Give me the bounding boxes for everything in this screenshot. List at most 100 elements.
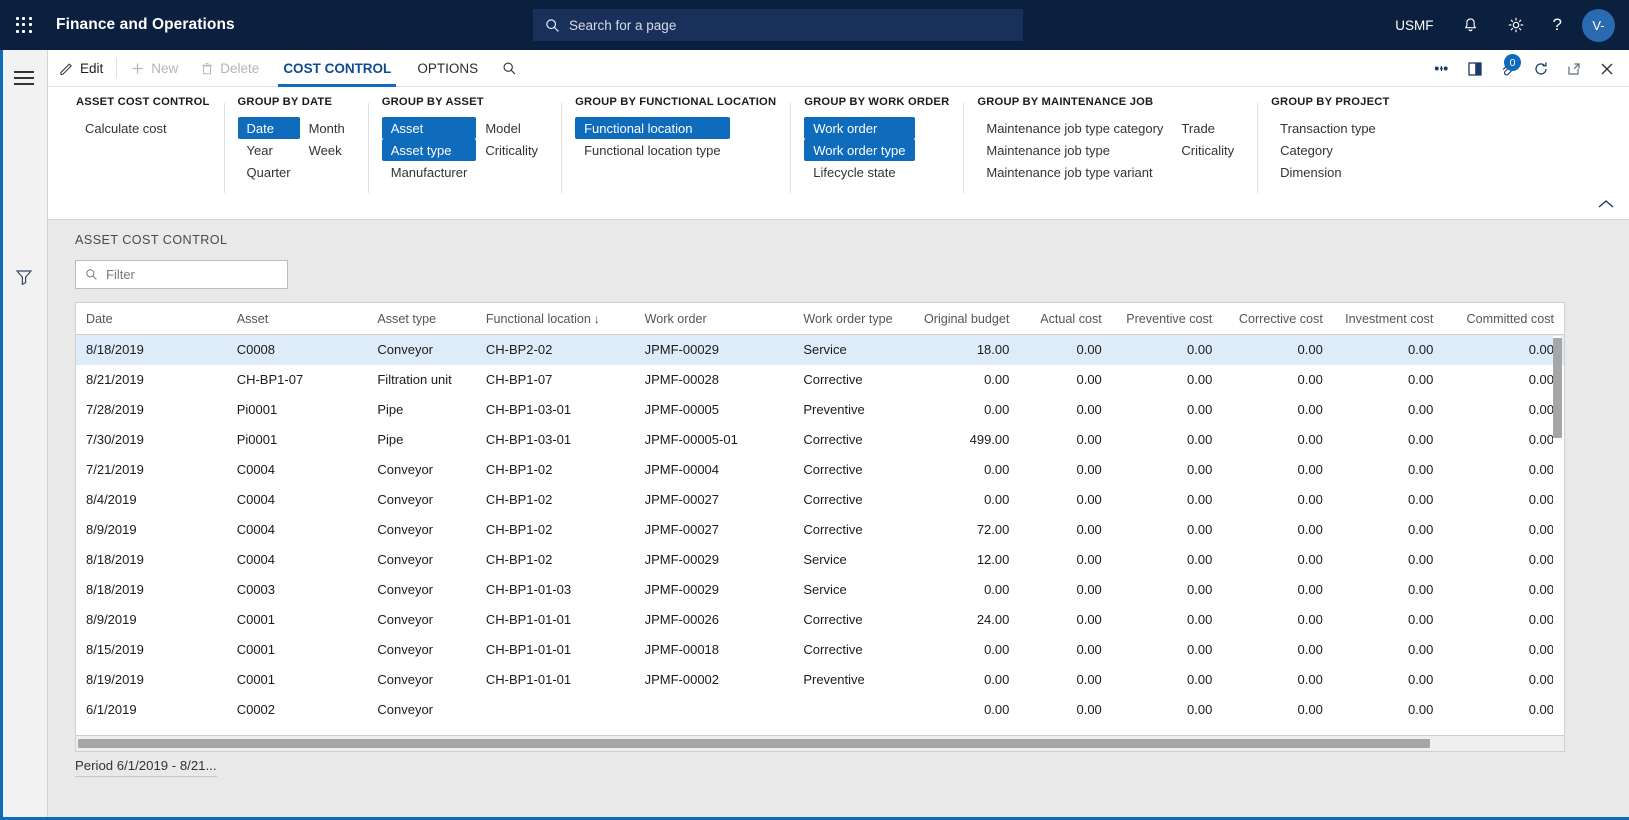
grid-vertical-scroll-thumb[interactable] bbox=[1553, 338, 1562, 438]
ribbon-item[interactable]: Functional location type bbox=[575, 139, 730, 161]
table-cell[interactable]: Corrective bbox=[793, 635, 909, 665]
table-cell[interactable]: JPMF-00029 bbox=[635, 545, 794, 575]
table-cell[interactable]: 0.00 bbox=[1019, 515, 1111, 545]
table-cell[interactable]: 0.00 bbox=[1222, 695, 1333, 725]
table-cell[interactable]: 0.00 bbox=[1019, 485, 1111, 515]
table-cell[interactable]: 0.00 bbox=[1112, 365, 1223, 395]
table-cell[interactable]: Corrective bbox=[793, 605, 909, 635]
table-cell[interactable]: 0.00 bbox=[1222, 635, 1333, 665]
table-cell[interactable]: 0.00 bbox=[909, 575, 1020, 605]
table-cell[interactable]: CH-BP1-02 bbox=[476, 515, 635, 545]
open-in-new-window-icon[interactable] bbox=[1458, 50, 1491, 87]
table-cell[interactable]: CH-BP1-07 bbox=[227, 365, 368, 395]
table-cell[interactable]: JPMF-00018 bbox=[635, 635, 794, 665]
grid-horizontal-scroll-thumb[interactable] bbox=[78, 739, 1430, 748]
table-cell[interactable] bbox=[635, 695, 794, 725]
table-row[interactable]: 8/18/2019 C0008 Conveyor CH-BP2-02 JPMF-0002… bbox=[76, 334, 1564, 365]
ribbon-item[interactable]: Trade bbox=[1172, 117, 1243, 139]
table-cell[interactable]: 0.00 bbox=[1443, 395, 1564, 425]
grid-column-header[interactable]: Asset bbox=[226, 303, 368, 335]
table-row[interactable]: 7/30/2019 Pi0001 Pipe CH-BP1-03-01 JPMF-0000… bbox=[76, 425, 1564, 455]
table-cell[interactable]: Preventive bbox=[793, 395, 909, 425]
close-icon[interactable] bbox=[1590, 50, 1623, 87]
table-cell[interactable]: 0.00 bbox=[1111, 334, 1223, 365]
grid-vertical-scrollbar[interactable] bbox=[1553, 336, 1562, 734]
table-cell[interactable]: 0.00 bbox=[1333, 605, 1444, 635]
table-cell[interactable]: 8/15/2019 bbox=[76, 635, 227, 665]
avatar[interactable]: V- bbox=[1582, 8, 1615, 42]
table-cell[interactable]: 0.00 bbox=[1019, 695, 1111, 725]
table-cell[interactable]: CH-BP1-03-01 bbox=[476, 425, 635, 455]
command-search-icon[interactable] bbox=[491, 50, 528, 87]
table-cell[interactable]: JPMF-00029 bbox=[635, 575, 794, 605]
table-cell[interactable]: 0.00 bbox=[1112, 515, 1223, 545]
table-cell[interactable]: 0.00 bbox=[909, 365, 1020, 395]
ribbon-item[interactable]: Criticality bbox=[1172, 139, 1243, 161]
table-cell[interactable]: 0.00 bbox=[1222, 665, 1333, 695]
attach-link-icon[interactable] bbox=[1425, 50, 1458, 87]
table-cell[interactable]: 0.00 bbox=[1333, 515, 1444, 545]
table-cell[interactable]: 0.00 bbox=[1443, 485, 1564, 515]
table-cell[interactable]: 0.00 bbox=[1019, 545, 1111, 575]
table-row[interactable]: 8/18/2019 C0004 Conveyor CH-BP1-02 JPMF-0002… bbox=[76, 545, 1564, 575]
ribbon-item[interactable]: Quarter bbox=[238, 161, 300, 183]
table-cell[interactable]: 0.00 bbox=[1222, 365, 1333, 395]
table-cell[interactable]: 0.00 bbox=[1333, 695, 1444, 725]
table-cell[interactable]: 0.00 bbox=[1112, 545, 1223, 575]
table-cell[interactable]: Pipe bbox=[367, 395, 476, 425]
table-cell[interactable]: CH-BP1-01-01 bbox=[476, 665, 635, 695]
table-cell[interactable]: Pipe bbox=[367, 425, 476, 455]
table-cell[interactable]: Corrective bbox=[793, 425, 909, 455]
ribbon-item[interactable]: Criticality bbox=[476, 139, 547, 161]
table-cell[interactable]: 0.00 bbox=[1222, 334, 1333, 365]
table-row[interactable]: 8/21/2019 CH-BP1-07 Filtration unit CH-BP1-… bbox=[76, 365, 1564, 395]
table-cell[interactable]: Conveyor bbox=[367, 455, 476, 485]
table-cell[interactable]: 8/9/2019 bbox=[76, 605, 227, 635]
grid-column-header[interactable]: Functional location ↓ bbox=[475, 303, 635, 335]
table-cell[interactable]: 0.00 bbox=[1112, 665, 1223, 695]
table-cell[interactable]: 0.00 bbox=[1019, 605, 1111, 635]
table-cell[interactable]: JPMF-00028 bbox=[635, 365, 794, 395]
table-cell[interactable]: 0.00 bbox=[1332, 334, 1444, 365]
table-cell[interactable]: CH-BP1-02 bbox=[476, 485, 635, 515]
table-cell[interactable]: 24.00 bbox=[909, 605, 1020, 635]
grid-column-header[interactable]: Date bbox=[76, 303, 227, 335]
grid-column-header[interactable]: Preventive cost bbox=[1111, 303, 1223, 335]
table-cell[interactable]: Conveyor bbox=[367, 635, 476, 665]
table-row[interactable]: 8/4/2019 C0004 Conveyor CH-BP1-02 JPMF-00027… bbox=[76, 485, 1564, 515]
grid-column-header[interactable]: Committed cost bbox=[1443, 303, 1564, 335]
table-cell[interactable]: 0.00 bbox=[1333, 485, 1444, 515]
table-cell[interactable]: 0.00 bbox=[1443, 635, 1564, 665]
table-cell[interactable]: 8/18/2019 bbox=[76, 545, 227, 575]
table-cell[interactable]: 0.00 bbox=[1443, 695, 1564, 725]
table-cell[interactable]: Filtration unit bbox=[367, 365, 476, 395]
table-cell[interactable]: C0004 bbox=[227, 545, 368, 575]
period-filter-link[interactable]: Period 6/1/2019 - 8/21... bbox=[75, 758, 217, 777]
table-row[interactable]: 8/18/2019 C0003 Conveyor CH-BP1-01-03 JPMF-0… bbox=[76, 575, 1564, 605]
table-cell[interactable]: 0.00 bbox=[1019, 334, 1112, 365]
table-cell[interactable]: 0.00 bbox=[1222, 485, 1333, 515]
table-cell[interactable]: 0.00 bbox=[1019, 635, 1111, 665]
ribbon-item[interactable]: Lifecycle state bbox=[804, 161, 914, 183]
table-row[interactable]: 7/28/2019 Pi0001 Pipe CH-BP1-03-01 JPMF-0000… bbox=[76, 395, 1564, 425]
table-row[interactable]: 7/21/2019 C0004 Conveyor CH-BP1-02 JPMF-0000… bbox=[76, 455, 1564, 485]
popout-icon[interactable] bbox=[1557, 50, 1590, 87]
table-row[interactable]: 8/9/2019 C0004 Conveyor CH-BP1-02 JPMF-00027… bbox=[76, 515, 1564, 545]
table-cell[interactable]: 0.00 bbox=[1222, 515, 1333, 545]
ribbon-item[interactable]: Manufacturer bbox=[382, 161, 477, 183]
table-cell[interactable]: 0.00 bbox=[1443, 575, 1564, 605]
grid-column-header[interactable]: Work order bbox=[634, 303, 794, 335]
table-cell[interactable]: 8/19/2019 bbox=[76, 665, 227, 695]
grid-column-header[interactable]: Work order type bbox=[793, 303, 909, 335]
table-cell[interactable]: JPMF-00026 bbox=[635, 605, 794, 635]
table-cell[interactable]: 0.00 bbox=[909, 455, 1020, 485]
table-cell[interactable]: C0001 bbox=[227, 635, 368, 665]
table-cell[interactable]: 0.00 bbox=[1222, 545, 1333, 575]
table-cell[interactable]: Corrective bbox=[793, 365, 909, 395]
table-cell[interactable]: 0.00 bbox=[1333, 425, 1444, 455]
table-cell[interactable]: 0.00 bbox=[1112, 425, 1223, 455]
table-cell[interactable]: 7/30/2019 bbox=[76, 425, 227, 455]
table-cell[interactable]: 7/28/2019 bbox=[76, 395, 227, 425]
refresh-icon[interactable] bbox=[1524, 50, 1557, 87]
table-cell[interactable]: JPMF-00029 bbox=[634, 334, 794, 365]
